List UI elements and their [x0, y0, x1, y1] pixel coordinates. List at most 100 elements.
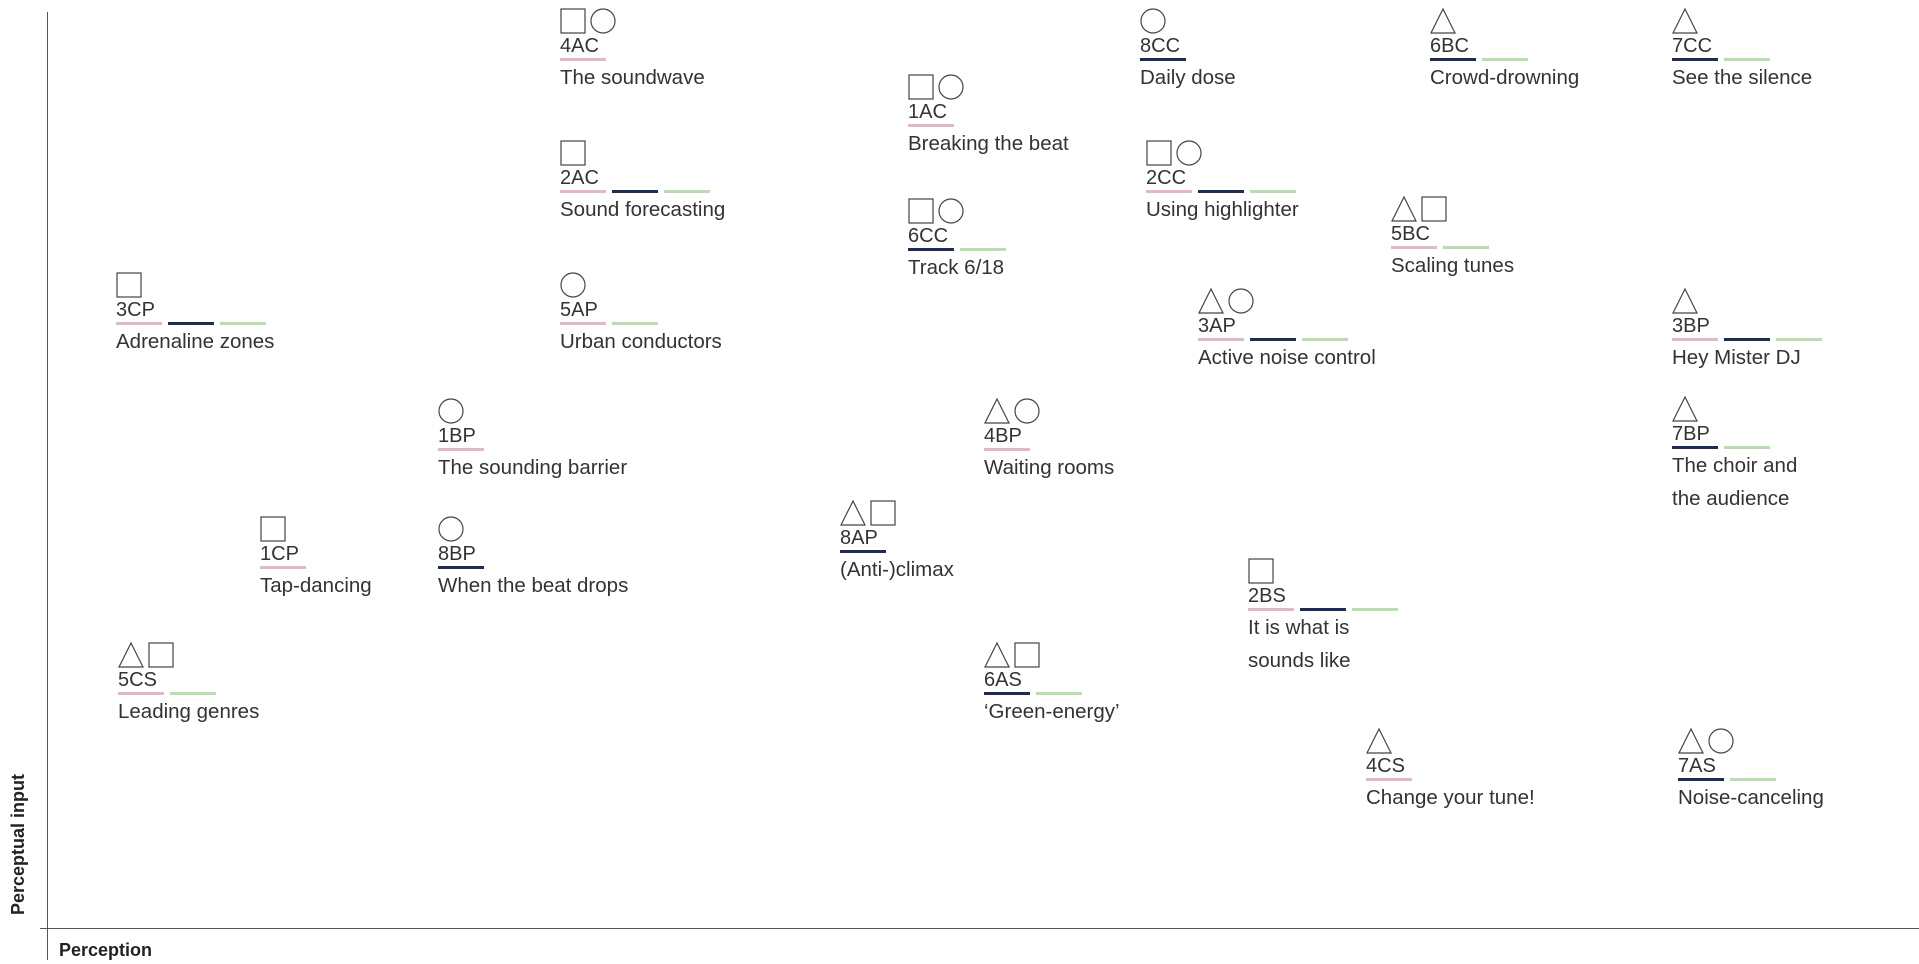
- concept-card: 8CC Daily dose: [1140, 6, 1236, 94]
- triangle-icon: [1672, 396, 1698, 422]
- concept-code: 5BC: [1391, 223, 1430, 245]
- concept-title: Noise-canceling: [1678, 786, 1824, 809]
- shape-icons: [1430, 6, 1579, 34]
- shape-icons: [1672, 394, 1797, 422]
- shape-icons: [1672, 286, 1822, 314]
- shape-icons: [984, 640, 1120, 668]
- concept-title: The soundwave: [560, 66, 705, 89]
- shape-icons: [438, 514, 628, 542]
- square-icon: [1421, 196, 1447, 222]
- concept-card: 8AP (Anti-)climax: [840, 498, 954, 586]
- concept-title: Sound forecasting: [560, 198, 726, 221]
- shape-icons: [116, 270, 274, 298]
- concept-card: 7BP The choir and the audience: [1672, 394, 1797, 515]
- concept-title: It is what is: [1248, 616, 1350, 639]
- concept-code: 2AC: [560, 167, 599, 189]
- concept-card: 6AS ‘Green-energy’: [984, 640, 1120, 728]
- square-icon: [1248, 558, 1274, 584]
- shape-icons: [908, 72, 1069, 100]
- square-icon: [1014, 642, 1040, 668]
- concept-code: 4BP: [984, 425, 1022, 447]
- concept-title: See the silence: [1672, 66, 1813, 89]
- concept-code: 2CC: [1146, 167, 1187, 189]
- concept-code: 7AS: [1678, 755, 1716, 777]
- concept-card: 4AC The soundwave: [560, 6, 705, 94]
- circle-icon: [1140, 8, 1166, 34]
- concept-title: Leading genres: [118, 700, 260, 723]
- shape-icons: [560, 6, 705, 34]
- y-axis-label: Perceptual input: [8, 773, 28, 915]
- concept-code: 3AP: [1198, 315, 1236, 337]
- shape-icons: [1678, 726, 1824, 754]
- circle-icon: [1228, 288, 1254, 314]
- green-bar: [1352, 608, 1398, 611]
- concept-code: 7BP: [1672, 423, 1710, 445]
- concept-code: 3CP: [116, 299, 155, 321]
- square-icon: [260, 516, 286, 542]
- concept-code: 7CC: [1672, 35, 1713, 57]
- concept-card: 1BP The sounding barrier: [438, 396, 627, 484]
- square-icon: [148, 642, 174, 668]
- concept-code: 5CS: [118, 669, 157, 691]
- concept-card: 2AC Sound forecasting: [560, 138, 725, 226]
- concept-card: 4BP Waiting rooms: [984, 396, 1114, 484]
- shape-icons: [840, 498, 954, 526]
- concept-card: 5CS Leading genres: [118, 640, 259, 728]
- x-axis-line: [40, 928, 1919, 929]
- concept-code: 1BP: [438, 425, 476, 447]
- triangle-icon: [1366, 728, 1392, 754]
- triangle-icon: [1391, 196, 1417, 222]
- y-axis-line: [47, 12, 48, 960]
- concept-title: Urban conductors: [560, 330, 722, 353]
- shape-icons: [1140, 6, 1236, 34]
- shape-icons: [984, 396, 1114, 424]
- concept-title: Using highlighter: [1146, 198, 1299, 221]
- circle-icon: [1014, 398, 1040, 424]
- circle-icon: [1176, 140, 1202, 166]
- concept-card: 6BC Crowd-drowning: [1430, 6, 1579, 94]
- shape-icons: [1248, 556, 1398, 584]
- concept-card: 1CP Tap-dancing: [260, 514, 372, 602]
- shape-icons: [1672, 6, 1812, 34]
- shape-icons: [560, 138, 725, 166]
- concept-card: 8BP When the beat drops: [438, 514, 628, 602]
- concept-card: 3BP Hey Mister DJ: [1672, 286, 1822, 374]
- concept-title: The sounding barrier: [438, 456, 628, 479]
- circle-icon: [438, 398, 464, 424]
- shape-icons: [1146, 138, 1299, 166]
- concept-card: 5AP Urban conductors: [560, 270, 722, 358]
- concept-code: 8AP: [840, 527, 878, 549]
- square-icon: [560, 140, 586, 166]
- circle-icon: [560, 272, 586, 298]
- concept-code: 6CC: [908, 225, 949, 247]
- concept-title: ‘Green-energy’: [984, 700, 1120, 723]
- concept-code: 3BP: [1672, 315, 1710, 337]
- concept-code: 2BS: [1248, 585, 1286, 607]
- concept-code: 4CS: [1366, 755, 1405, 777]
- square-icon: [908, 74, 934, 100]
- shape-icons: [438, 396, 627, 424]
- concept-title: Track 6/18: [908, 256, 1005, 279]
- circle-icon: [938, 74, 964, 100]
- concept-card: 6CC Track 6/18: [908, 196, 1006, 284]
- concept-code: 8CC: [1140, 35, 1181, 57]
- concept-title: Crowd-drowning: [1430, 66, 1580, 89]
- shape-icons: [1391, 194, 1514, 222]
- shape-icons: [1366, 726, 1535, 754]
- shape-icons: [560, 270, 722, 298]
- triangle-icon: [1198, 288, 1224, 314]
- concept-title: Scaling tunes: [1391, 254, 1515, 277]
- square-icon: [870, 500, 896, 526]
- concept-code: 4AC: [560, 35, 599, 57]
- concept-code: 8BP: [438, 543, 476, 565]
- concept-title: Active noise control: [1198, 346, 1376, 369]
- concept-card: 4CS Change your tune!: [1366, 726, 1535, 814]
- concept-card: 1AC Breaking the beat: [908, 72, 1069, 160]
- circle-icon: [938, 198, 964, 224]
- shape-icons: [1198, 286, 1376, 314]
- triangle-icon: [118, 642, 144, 668]
- concept-code: 6AS: [984, 669, 1022, 691]
- triangle-icon: [840, 500, 866, 526]
- square-icon: [908, 198, 934, 224]
- concept-title: Tap-dancing: [260, 574, 372, 597]
